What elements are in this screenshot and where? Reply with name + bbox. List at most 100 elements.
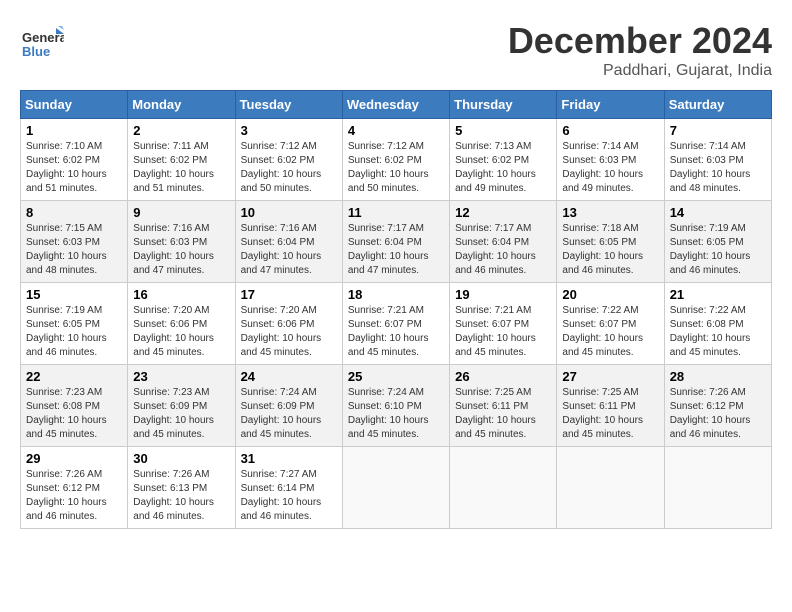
calendar-header-row: Sunday Monday Tuesday Wednesday Thursday… <box>21 91 772 119</box>
day-3: 3Sunrise: 7:12 AMSunset: 6:02 PMDaylight… <box>235 119 342 201</box>
day-number: 19 <box>455 287 551 302</box>
day-number: 10 <box>241 205 337 220</box>
day-number: 15 <box>26 287 122 302</box>
day-4: 4 Sunrise: 7:12 AMSunset: 6:02 PMDaylight… <box>342 119 449 201</box>
day-27: 27Sunrise: 7:25 AMSunset: 6:11 PMDayligh… <box>557 365 664 447</box>
day-7: 7 Sunrise: 7:14 AMSunset: 6:03 PMDaylight… <box>664 119 771 201</box>
day-info: Sunrise: 7:24 AMSunset: 6:10 PMDaylight:… <box>348 387 429 440</box>
day-info: Sunrise: 7:17 AMSunset: 6:04 PMDaylight:… <box>455 223 536 276</box>
day-info: Sunrise: 7:22 AMSunset: 6:08 PMDaylight:… <box>670 305 751 358</box>
day-28: 28 Sunrise: 7:26 AMSunset: 6:12 PMDayligh… <box>664 365 771 447</box>
calendar-week-row: 22 Sunrise: 7:23 AMSunset: 6:08 PMDayligh… <box>21 365 772 447</box>
empty-cell <box>664 447 771 529</box>
day-number: 30 <box>133 451 229 466</box>
day-10: 10 Sunrise: 7:16 AMSunset: 6:04 PMDayligh… <box>235 201 342 283</box>
calendar-week-row: 15Sunrise: 7:19 AMSunset: 6:05 PMDayligh… <box>21 283 772 365</box>
day-number: 1 <box>26 123 122 138</box>
day-16: 16 Sunrise: 7:20 AMSunset: 6:06 PMDayligh… <box>128 283 235 365</box>
day-number: 8 <box>26 205 122 220</box>
day-6: 6 Sunrise: 7:14 AMSunset: 6:03 PMDaylight… <box>557 119 664 201</box>
day-number: 21 <box>670 287 766 302</box>
day-info: Sunrise: 7:14 AMSunset: 6:03 PMDaylight:… <box>670 141 751 194</box>
day-number: 28 <box>670 369 766 384</box>
empty-cell <box>342 447 449 529</box>
day-26: 26 Sunrise: 7:25 AMSunset: 6:11 PMDayligh… <box>450 365 557 447</box>
day-number: 6 <box>562 123 658 138</box>
day-number: 17 <box>241 287 337 302</box>
day-number: 26 <box>455 369 551 384</box>
title-section: December 2024 Paddhari, Gujarat, India <box>508 20 772 80</box>
day-30: 30 Sunrise: 7:26 AMSunset: 6:13 PMDayligh… <box>128 447 235 529</box>
page-header: General Blue December 2024 Paddhari, Guj… <box>20 20 772 80</box>
day-number: 13 <box>562 205 658 220</box>
location: Paddhari, Gujarat, India <box>508 62 772 80</box>
day-info: Sunrise: 7:19 AMSunset: 6:05 PMDaylight:… <box>670 223 751 276</box>
day-info: Sunrise: 7:14 AMSunset: 6:03 PMDaylight:… <box>562 141 643 194</box>
logo-icon: General Blue <box>20 20 64 64</box>
day-info: Sunrise: 7:16 AMSunset: 6:04 PMDaylight:… <box>241 223 322 276</box>
day-info: Sunrise: 7:21 AMSunset: 6:07 PMDaylight:… <box>348 305 429 358</box>
day-info: Sunrise: 7:21 AMSunset: 6:07 PMDaylight:… <box>455 305 536 358</box>
day-info: Sunrise: 7:25 AMSunset: 6:11 PMDaylight:… <box>455 387 536 440</box>
day-number: 29 <box>26 451 122 466</box>
day-info: Sunrise: 7:15 AMSunset: 6:03 PMDaylight:… <box>26 223 107 276</box>
day-info: Sunrise: 7:10 AMSunset: 6:02 PMDaylight:… <box>26 141 107 194</box>
day-2: 2Sunrise: 7:11 AMSunset: 6:02 PMDaylight… <box>128 119 235 201</box>
day-info: Sunrise: 7:18 AMSunset: 6:05 PMDaylight:… <box>562 223 643 276</box>
day-number: 14 <box>670 205 766 220</box>
day-1: 1 Sunrise: 7:10 AMSunset: 6:02 PMDaylight… <box>21 119 128 201</box>
header-wednesday: Wednesday <box>342 91 449 119</box>
day-8: 8 Sunrise: 7:15 AMSunset: 6:03 PMDaylight… <box>21 201 128 283</box>
day-info: Sunrise: 7:23 AMSunset: 6:08 PMDaylight:… <box>26 387 107 440</box>
day-number: 16 <box>133 287 229 302</box>
day-info: Sunrise: 7:22 AMSunset: 6:07 PMDaylight:… <box>562 305 643 358</box>
month-title: December 2024 <box>508 20 772 62</box>
day-info: Sunrise: 7:20 AMSunset: 6:06 PMDaylight:… <box>133 305 214 358</box>
day-info: Sunrise: 7:13 AMSunset: 6:02 PMDaylight:… <box>455 141 536 194</box>
header-monday: Monday <box>128 91 235 119</box>
day-info: Sunrise: 7:26 AMSunset: 6:13 PMDaylight:… <box>133 469 214 522</box>
day-number: 2 <box>133 123 229 138</box>
day-number: 23 <box>133 369 229 384</box>
day-17: 17 Sunrise: 7:20 AMSunset: 6:06 PMDayligh… <box>235 283 342 365</box>
day-info: Sunrise: 7:12 AMSunset: 6:02 PMDaylight:… <box>348 141 429 194</box>
svg-text:Blue: Blue <box>22 44 50 59</box>
day-22: 22 Sunrise: 7:23 AMSunset: 6:08 PMDayligh… <box>21 365 128 447</box>
calendar-table: Sunday Monday Tuesday Wednesday Thursday… <box>20 90 772 529</box>
day-number: 11 <box>348 205 444 220</box>
day-number: 12 <box>455 205 551 220</box>
empty-cell <box>450 447 557 529</box>
day-9: 9 Sunrise: 7:16 AMSunset: 6:03 PMDaylight… <box>128 201 235 283</box>
day-29: 29 Sunrise: 7:26 AMSunset: 6:12 PMDayligh… <box>21 447 128 529</box>
calendar-week-row: 29 Sunrise: 7:26 AMSunset: 6:12 PMDayligh… <box>21 447 772 529</box>
header-thursday: Thursday <box>450 91 557 119</box>
day-31: 31Sunrise: 7:27 AMSunset: 6:14 PMDayligh… <box>235 447 342 529</box>
day-info: Sunrise: 7:16 AMSunset: 6:03 PMDaylight:… <box>133 223 214 276</box>
day-24: 24Sunrise: 7:24 AMSunset: 6:09 PMDayligh… <box>235 365 342 447</box>
header-saturday: Saturday <box>664 91 771 119</box>
day-info: Sunrise: 7:20 AMSunset: 6:06 PMDaylight:… <box>241 305 322 358</box>
day-23: 23 Sunrise: 7:23 AMSunset: 6:09 PMDayligh… <box>128 365 235 447</box>
day-18: 18 Sunrise: 7:21 AMSunset: 6:07 PMDayligh… <box>342 283 449 365</box>
day-info: Sunrise: 7:23 AMSunset: 6:09 PMDaylight:… <box>133 387 214 440</box>
calendar-week-row: 1 Sunrise: 7:10 AMSunset: 6:02 PMDaylight… <box>21 119 772 201</box>
day-number: 9 <box>133 205 229 220</box>
day-info: Sunrise: 7:26 AMSunset: 6:12 PMDaylight:… <box>26 469 107 522</box>
day-info: Sunrise: 7:26 AMSunset: 6:12 PMDaylight:… <box>670 387 751 440</box>
empty-cell <box>557 447 664 529</box>
day-number: 18 <box>348 287 444 302</box>
day-number: 7 <box>670 123 766 138</box>
header-sunday: Sunday <box>21 91 128 119</box>
day-21: 21 Sunrise: 7:22 AMSunset: 6:08 PMDayligh… <box>664 283 771 365</box>
day-number: 20 <box>562 287 658 302</box>
logo: General Blue <box>20 20 66 64</box>
day-number: 31 <box>241 451 337 466</box>
day-number: 5 <box>455 123 551 138</box>
day-25: 25Sunrise: 7:24 AMSunset: 6:10 PMDayligh… <box>342 365 449 447</box>
day-info: Sunrise: 7:17 AMSunset: 6:04 PMDaylight:… <box>348 223 429 276</box>
calendar-week-row: 8 Sunrise: 7:15 AMSunset: 6:03 PMDaylight… <box>21 201 772 283</box>
day-number: 22 <box>26 369 122 384</box>
day-number: 4 <box>348 123 444 138</box>
day-info: Sunrise: 7:25 AMSunset: 6:11 PMDaylight:… <box>562 387 643 440</box>
day-12: 12 Sunrise: 7:17 AMSunset: 6:04 PMDayligh… <box>450 201 557 283</box>
